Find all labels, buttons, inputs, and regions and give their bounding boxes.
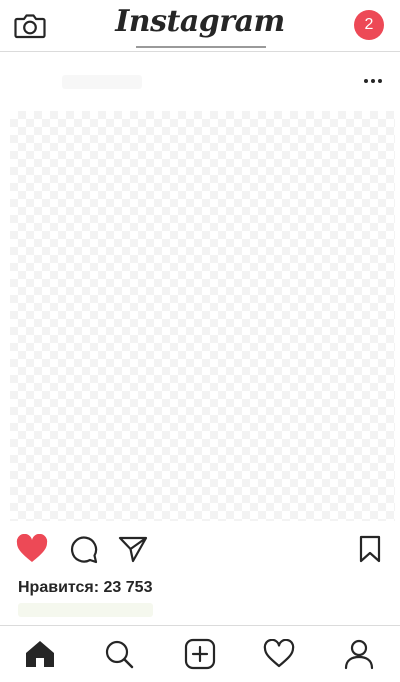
comment-icon: [70, 536, 98, 564]
heart-outline-icon: [263, 639, 295, 668]
bookmark-icon: [359, 535, 381, 563]
search-icon: [105, 640, 134, 669]
camera-icon: [14, 14, 46, 39]
more-horizontal-icon: [364, 79, 368, 83]
save-button[interactable]: [354, 534, 386, 564]
instagram-logo: Instagram: [115, 4, 285, 39]
bottom-tab-bar: [0, 625, 400, 682]
add-post-icon: [184, 638, 216, 670]
more-options-button[interactable]: [362, 75, 384, 87]
caption-placeholder: [18, 603, 153, 617]
profile-icon: [344, 639, 374, 670]
instagram-feed-screen: Instagram 2 Нравится: 23 753: [0, 0, 400, 682]
notification-badge[interactable]: 2: [354, 10, 384, 40]
tab-profile[interactable]: [342, 638, 376, 670]
tab-search[interactable]: [102, 638, 136, 670]
post-image[interactable]: [10, 111, 395, 521]
tab-home[interactable]: [23, 638, 57, 670]
paper-plane-icon: [118, 536, 148, 563]
top-bar: Instagram 2: [0, 0, 400, 52]
tab-add-post[interactable]: [183, 638, 217, 670]
post-actions-bar: [0, 530, 400, 568]
post-username-placeholder[interactable]: [62, 75, 142, 89]
comment-button[interactable]: [67, 534, 99, 564]
tab-activity[interactable]: [262, 638, 296, 670]
share-button[interactable]: [117, 534, 149, 564]
heart-filled-icon: [16, 534, 48, 562]
camera-button[interactable]: [14, 12, 46, 40]
home-icon: [26, 641, 54, 667]
post-header: [0, 53, 400, 111]
likes-count[interactable]: Нравится: 23 753: [18, 579, 152, 597]
logo-underline: [136, 46, 266, 48]
like-button[interactable]: [16, 534, 48, 564]
